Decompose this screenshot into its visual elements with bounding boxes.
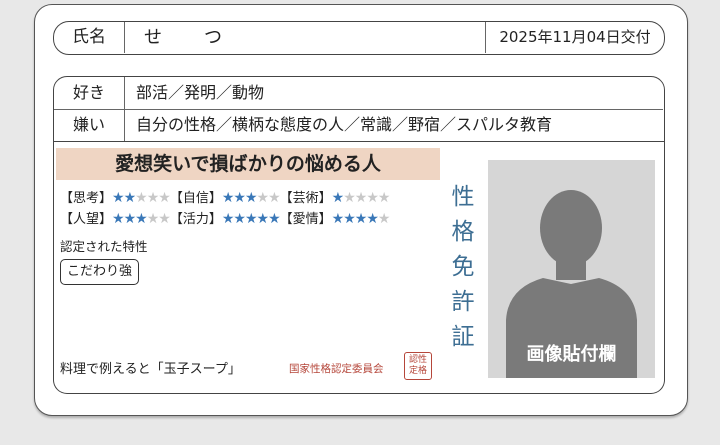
license-title: 性 格 免 許 証 <box>448 180 478 355</box>
star-filled-icon: ★ <box>244 190 258 206</box>
star-rating: ★★★★★ <box>221 190 281 206</box>
star-filled-icon: ★ <box>268 211 281 227</box>
seal-line: 認性 <box>408 355 427 365</box>
title-char: 格 <box>451 219 475 245</box>
star-empty-icon: ★ <box>343 190 356 206</box>
star-empty-icon: ★ <box>256 190 270 206</box>
stats-line-2: 【人望】★★★★★【活力】★★★★★【愛情】★★★★★ <box>60 209 391 230</box>
star-empty-icon: ★ <box>268 190 281 206</box>
star-filled-icon: ★ <box>112 190 125 206</box>
photo-placeholder: 画像貼付欄 <box>488 160 655 378</box>
star-filled-icon: ★ <box>112 211 125 227</box>
stats-block: 【思考】★★★★★【自信】★★★★★【芸術】★★★★★ 【人望】★★★★★【活力… <box>60 188 391 230</box>
star-filled-icon: ★ <box>123 190 137 206</box>
dislikes-label: 嫌い <box>54 109 125 141</box>
stat-label: 【活力】 <box>169 212 222 227</box>
star-empty-icon: ★ <box>377 211 391 227</box>
star-filled-icon: ★ <box>366 211 379 227</box>
star-empty-icon: ★ <box>146 211 160 227</box>
star-filled-icon: ★ <box>244 211 258 227</box>
likes-dislikes-table: 好き 部活／発明／動物 嫌い 自分の性格／横柄な態度の人／常識／野宿／スパルタ教… <box>53 76 665 142</box>
dislikes-row: 嫌い 自分の性格／横柄な態度の人／常識／野宿／スパルタ教育 <box>54 109 663 141</box>
name-row: 氏名 せ つ 2025年11月04日交付 <box>53 21 665 55</box>
seal-line: 定格 <box>408 366 427 376</box>
star-filled-icon: ★ <box>331 211 345 227</box>
star-empty-icon: ★ <box>158 211 171 227</box>
photo-caption: 画像貼付欄 <box>526 344 617 365</box>
issuer-seal: 認性 定格 <box>404 352 432 380</box>
star-filled-icon: ★ <box>123 211 137 227</box>
likes-label: 好き <box>54 77 125 109</box>
star-filled-icon: ★ <box>256 211 270 227</box>
likes-value: 部活／発明／動物 <box>136 83 265 102</box>
title-char: 証 <box>451 324 475 350</box>
star-filled-icon: ★ <box>221 190 235 206</box>
star-rating: ★★★★★ <box>221 211 281 227</box>
name-value: せ つ <box>144 27 224 48</box>
stat-label: 【愛情】 <box>279 212 332 227</box>
title-char: 免 <box>451 254 475 280</box>
star-filled-icon: ★ <box>354 211 368 227</box>
star-rating: ★★★★★ <box>112 211 171 227</box>
traits-label: 認定された特性 <box>60 239 148 254</box>
star-empty-icon: ★ <box>354 190 368 206</box>
star-rating: ★★★★★ <box>331 190 391 206</box>
star-empty-icon: ★ <box>158 190 171 206</box>
name-label: 氏名 <box>54 22 125 53</box>
personality-banner: 愛想笑いで損ばかりの悩める人 <box>56 148 440 180</box>
stats-line-1: 【思考】★★★★★【自信】★★★★★【芸術】★★★★★ <box>60 188 391 209</box>
stat-label: 【人望】 <box>60 212 113 227</box>
star-filled-icon: ★ <box>233 190 246 206</box>
issue-date: 2025年11月04日交付 <box>485 22 664 53</box>
star-filled-icon: ★ <box>135 211 148 227</box>
title-char: 性 <box>451 184 475 210</box>
likes-row: 好き 部活／発明／動物 <box>54 77 663 110</box>
star-empty-icon: ★ <box>377 190 391 206</box>
dislikes-value: 自分の性格／横柄な態度の人／常識／野宿／スパルタ教育 <box>136 115 553 134</box>
star-rating: ★★★★★ <box>331 211 391 227</box>
stat-label: 【思考】 <box>60 191 113 206</box>
star-filled-icon: ★ <box>221 211 235 227</box>
stat-label: 【芸術】 <box>279 191 332 206</box>
star-filled-icon: ★ <box>331 190 345 206</box>
star-empty-icon: ★ <box>135 190 148 206</box>
stat-label: 【自信】 <box>169 191 222 206</box>
star-empty-icon: ★ <box>146 190 160 206</box>
star-empty-icon: ★ <box>366 190 379 206</box>
star-filled-icon: ★ <box>233 211 246 227</box>
issuer-name: 国家性格認定委員会 <box>289 363 384 375</box>
star-filled-icon: ★ <box>343 211 356 227</box>
food-analogy: 料理で例えると「玉子スープ」 <box>60 362 241 377</box>
trait-badge: こだわり強 <box>60 259 140 285</box>
title-char: 許 <box>451 289 475 315</box>
star-rating: ★★★★★ <box>112 190 171 206</box>
